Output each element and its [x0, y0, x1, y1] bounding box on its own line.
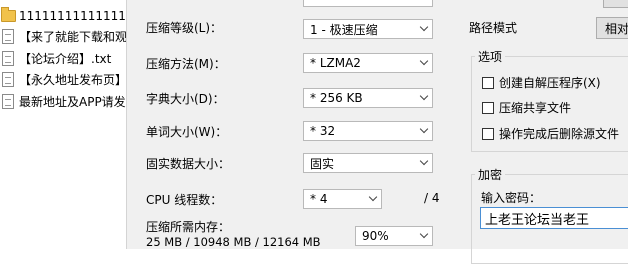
memory-label: 压缩所需内存：	[146, 220, 231, 234]
file-row[interactable]: 【论坛介绍】.txt	[0, 48, 126, 68]
encryption-group-title: 加密	[475, 166, 506, 183]
doc-icon	[2, 50, 14, 66]
checkbox-label: 操作完成后删除源文件	[499, 127, 620, 141]
top-partial-combo[interactable]	[303, 0, 433, 7]
path-mode-label: 路径模式	[469, 21, 518, 35]
file-name: 【永久地址发布页】	[19, 72, 126, 87]
password-input[interactable]: 上老王论坛当老王	[480, 207, 628, 229]
doc-icon	[2, 71, 14, 87]
chevron-down-icon	[416, 54, 432, 72]
chevron-down-icon	[416, 89, 432, 107]
delete-after-compress-checkbox[interactable]: 操作完成后删除源文件	[482, 125, 619, 142]
file-row[interactable]: 【来了就能下载和观看	[0, 26, 126, 46]
checkbox-box[interactable]	[482, 127, 494, 140]
chevron-down-icon	[416, 154, 432, 172]
compression-method-label: 压缩方法(M)：	[146, 57, 226, 71]
doc-icon	[2, 28, 14, 44]
compression-method-value: * LZMA2	[310, 56, 361, 70]
add-to-archive-dialog: 压缩等级(L)： 1 - 极速压缩 压缩方法(M)： * LZMA2 字典大小(…	[126, 0, 628, 264]
solid-block-size-value: 固实	[310, 156, 335, 171]
options-group-title: 选项	[475, 48, 506, 65]
word-size-label: 单词大小(W)：	[146, 125, 228, 139]
dictionary-size-select[interactable]: * 256 KB	[303, 88, 433, 108]
chevron-down-icon	[416, 20, 432, 38]
compression-level-select[interactable]: 1 - 极速压缩	[303, 19, 433, 39]
cpu-threads-max: / 4	[424, 191, 440, 205]
top-partial-button[interactable]	[603, 0, 628, 8]
password-label: 输入密码：	[481, 191, 542, 205]
compression-method-select[interactable]: * LZMA2	[303, 53, 433, 73]
compress-shared-files-checkbox[interactable]: 压缩共享文件	[482, 99, 571, 116]
create-sfx-checkbox[interactable]: 创建自解压程序(X)	[482, 74, 601, 91]
chevron-down-icon	[365, 190, 381, 208]
checkbox-box[interactable]	[482, 101, 494, 114]
memory-usage: 25 MB / 10948 MB / 12164 MB	[146, 235, 321, 249]
chevron-down-icon	[416, 122, 432, 140]
cpu-threads-select[interactable]: * 4	[303, 189, 382, 209]
folder-icon	[1, 7, 16, 22]
memory-percent-select[interactable]: 90%	[355, 226, 433, 246]
file-name: 【论坛介绍】.txt	[19, 51, 112, 66]
checkbox-label: 创建自解压程序(X)	[499, 76, 601, 90]
checkbox-label: 压缩共享文件	[499, 101, 572, 115]
solid-block-size-label: 固实数据大小：	[146, 157, 231, 171]
checkbox-box[interactable]	[482, 76, 494, 89]
file-row[interactable]: 【永久地址发布页】	[0, 69, 126, 89]
compression-level-label: 压缩等级(L)：	[146, 21, 223, 35]
file-name: 111111111111111111	[19, 9, 126, 23]
cpu-threads-label: CPU 线程数：	[146, 193, 223, 207]
path-mode-value: 相对路	[605, 21, 628, 36]
chevron-down-icon	[416, 227, 432, 245]
solid-block-size-select[interactable]: 固实	[303, 153, 433, 173]
file-name: 【来了就能下载和观看	[19, 29, 126, 44]
dictionary-size-value: * 256 KB	[310, 91, 363, 105]
dictionary-size-label: 字典大小(D)：	[146, 92, 225, 106]
file-row[interactable]: 111111111111111111	[0, 6, 126, 26]
compression-level-value: 1 - 极速压缩	[310, 22, 378, 37]
cpu-threads-value: * 4	[310, 192, 328, 206]
file-list: 111111111111111111 【来了就能下载和观看 【论坛介绍】.txt…	[0, 0, 126, 249]
word-size-value: * 32	[310, 124, 336, 138]
word-size-select[interactable]: * 32	[303, 121, 433, 141]
path-mode-select[interactable]: 相对路	[596, 17, 628, 39]
file-name: 最新地址及APP请发送	[19, 94, 126, 109]
memory-percent-value: 90%	[362, 229, 389, 243]
file-row[interactable]: 最新地址及APP请发送	[0, 91, 126, 111]
doc-icon	[2, 93, 14, 109]
